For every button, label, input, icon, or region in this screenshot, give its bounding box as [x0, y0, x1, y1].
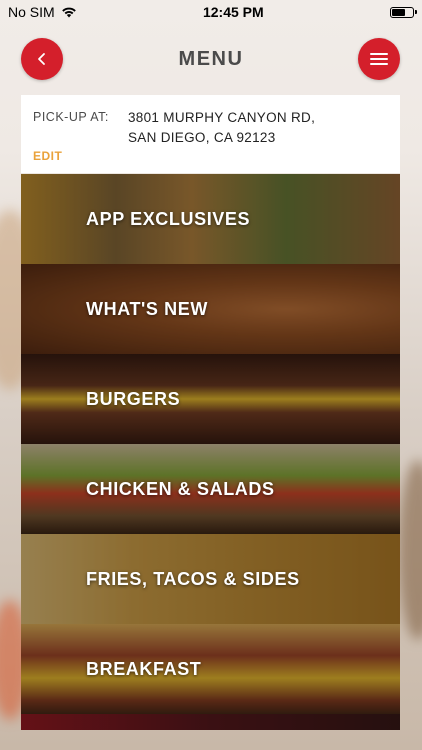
- battery-icon: [389, 6, 417, 18]
- address-line-1: 3801 MURPHY CANYON RD,: [128, 110, 316, 125]
- category-label: BREAKFAST: [86, 658, 202, 679]
- category-whats-new[interactable]: WHAT'S NEW: [21, 264, 400, 354]
- category-image: [21, 354, 400, 444]
- category-app-exclusives[interactable]: APP EXCLUSIVES: [21, 174, 400, 264]
- category-label: WHAT'S NEW: [86, 298, 208, 319]
- category-chicken-salads[interactable]: CHICKEN & SALADS: [21, 444, 400, 534]
- status-left: No SIM: [8, 4, 77, 20]
- category-label: CHICKEN & SALADS: [86, 478, 275, 499]
- hamburger-icon: [370, 53, 388, 65]
- category-label: FRIES, TACOS & SIDES: [86, 568, 300, 589]
- pickup-address: 3801 MURPHY CANYON RD, SAN DIEGO, CA 921…: [128, 108, 315, 148]
- category-image: [21, 714, 400, 730]
- category-label: APP EXCLUSIVES: [86, 208, 251, 229]
- carrier-text: No SIM: [8, 4, 55, 20]
- wifi-icon: [61, 7, 76, 18]
- category-fries-tacos-sides[interactable]: FRIES, TACOS & SIDES: [21, 534, 400, 624]
- category-image: [21, 264, 400, 354]
- category-drinks[interactable]: [21, 714, 400, 730]
- menu-categories: APP EXCLUSIVES WHAT'S NEW BURGERS CHICKE…: [21, 174, 400, 730]
- category-breakfast[interactable]: BREAKFAST: [21, 624, 400, 714]
- top-nav: MENU: [0, 36, 422, 82]
- category-burgers[interactable]: BURGERS: [21, 354, 400, 444]
- status-time: 12:45 PM: [202, 4, 264, 20]
- pickup-card: PICK-UP AT: 3801 MURPHY CANYON RD, SAN D…: [21, 95, 400, 173]
- edit-pickup-link[interactable]: EDIT: [33, 149, 62, 163]
- status-bar: No SIM 12:45 PM: [0, 0, 422, 24]
- menu-button[interactable]: [358, 38, 400, 80]
- category-image: [21, 624, 400, 714]
- category-label: BURGERS: [86, 388, 181, 409]
- background-food-right: [398, 460, 422, 640]
- pickup-label: PICK-UP AT:: [33, 110, 109, 124]
- address-line-2: SAN DIEGO, CA 92123: [128, 130, 276, 145]
